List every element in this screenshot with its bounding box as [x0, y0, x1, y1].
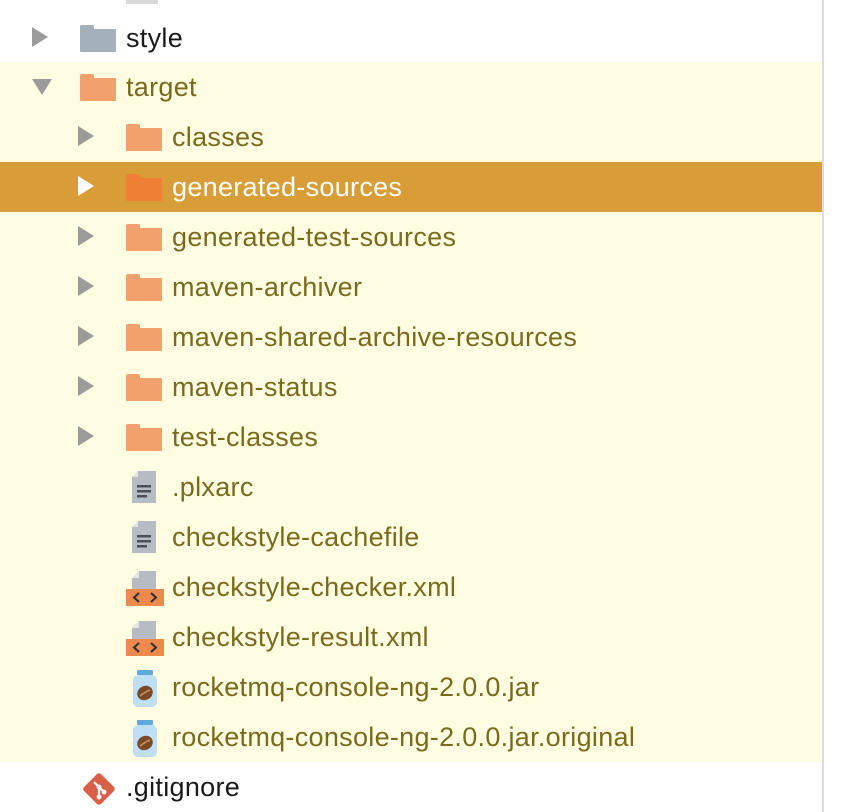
tree-item-label: test-classes	[172, 422, 319, 452]
folder-icon	[126, 424, 162, 451]
expand-arrow-icon[interactable]	[78, 276, 94, 296]
tree-item-label: checkstyle-cachefile	[172, 522, 420, 552]
folder-icon	[80, 25, 116, 52]
tree-item-target[interactable]: target	[0, 62, 822, 112]
git-file-icon	[83, 773, 115, 805]
text-file-icon	[132, 521, 156, 553]
tree-item-label: generated-test-sources	[172, 222, 457, 252]
expand-arrow-icon[interactable]	[78, 176, 94, 196]
folder-icon	[80, 74, 116, 101]
expand-arrow-icon[interactable]	[78, 226, 94, 246]
tree-item-label: classes	[172, 122, 265, 152]
expand-arrow-icon[interactable]	[78, 376, 94, 396]
text-file-icon	[132, 471, 156, 503]
tree-item-maven-archiver[interactable]: maven-archiver	[0, 262, 822, 312]
tree-item-label: style	[126, 23, 184, 53]
tree-item-gitignore[interactable]: .gitignore	[0, 762, 822, 812]
tree-item-label: maven-shared-archive-resources	[172, 322, 578, 352]
expand-arrow-icon[interactable]	[32, 27, 48, 47]
folder-icon	[126, 224, 162, 251]
tree-item-maven-shared-archive-resources[interactable]: maven-shared-archive-resources	[0, 312, 822, 362]
tree-item-label: rocketmq-console-ng-2.0.0.jar.original	[172, 722, 636, 752]
tree-item-label: maven-status	[172, 372, 338, 402]
tree-item-plxarc[interactable]: .plxarc	[0, 462, 822, 512]
tree-item-test-classes[interactable]: test-classes	[0, 412, 822, 462]
tree-item-generated-test-sources[interactable]: generated-test-sources	[0, 212, 822, 262]
tree-item-checkstyle-checker-xml[interactable]: checkstyle-checker.xml	[0, 562, 822, 612]
tree-item-label: generated-sources	[172, 172, 403, 202]
folder-icon	[126, 374, 162, 401]
xml-file-icon	[126, 621, 164, 656]
tree-item-rocketmq-jar-original[interactable]: rocketmq-console-ng-2.0.0.jar.original	[0, 712, 822, 762]
previous-item-stub	[126, 0, 158, 4]
jar-file-icon	[133, 720, 157, 757]
folder-icon	[126, 274, 162, 301]
pane-divider[interactable]	[822, 0, 824, 812]
tree-item-generated-sources[interactable]: generated-sources	[0, 162, 822, 212]
expand-arrow-icon[interactable]	[78, 426, 94, 446]
jar-file-icon	[133, 670, 157, 707]
tree-item-label: .gitignore	[126, 772, 241, 802]
tree-item-checkstyle-cachefile[interactable]: checkstyle-cachefile	[0, 512, 822, 562]
tree-item-label: checkstyle-checker.xml	[172, 572, 457, 602]
tree-item-label: rocketmq-console-ng-2.0.0.jar	[172, 672, 540, 702]
tree-item-maven-status[interactable]: maven-status	[0, 362, 822, 412]
tree-item-label: maven-archiver	[172, 272, 363, 302]
tree-item-label: checkstyle-result.xml	[172, 622, 429, 652]
collapse-arrow-icon[interactable]	[32, 79, 52, 95]
project-tree: style target classes generated-sources g…	[0, 0, 822, 812]
tree-item-label: target	[126, 72, 197, 102]
tree-item-checkstyle-result-xml[interactable]: checkstyle-result.xml	[0, 612, 822, 662]
folder-icon	[126, 324, 162, 351]
folder-icon	[126, 174, 162, 201]
tree-item-style[interactable]: style	[0, 13, 822, 63]
expand-arrow-icon[interactable]	[78, 126, 94, 146]
tree-item-label: .plxarc	[172, 472, 254, 502]
expand-arrow-icon[interactable]	[78, 326, 94, 346]
folder-icon	[126, 124, 162, 151]
xml-file-icon	[126, 571, 164, 606]
tree-item-rocketmq-jar[interactable]: rocketmq-console-ng-2.0.0.jar	[0, 662, 822, 712]
tree-item-classes[interactable]: classes	[0, 112, 822, 162]
